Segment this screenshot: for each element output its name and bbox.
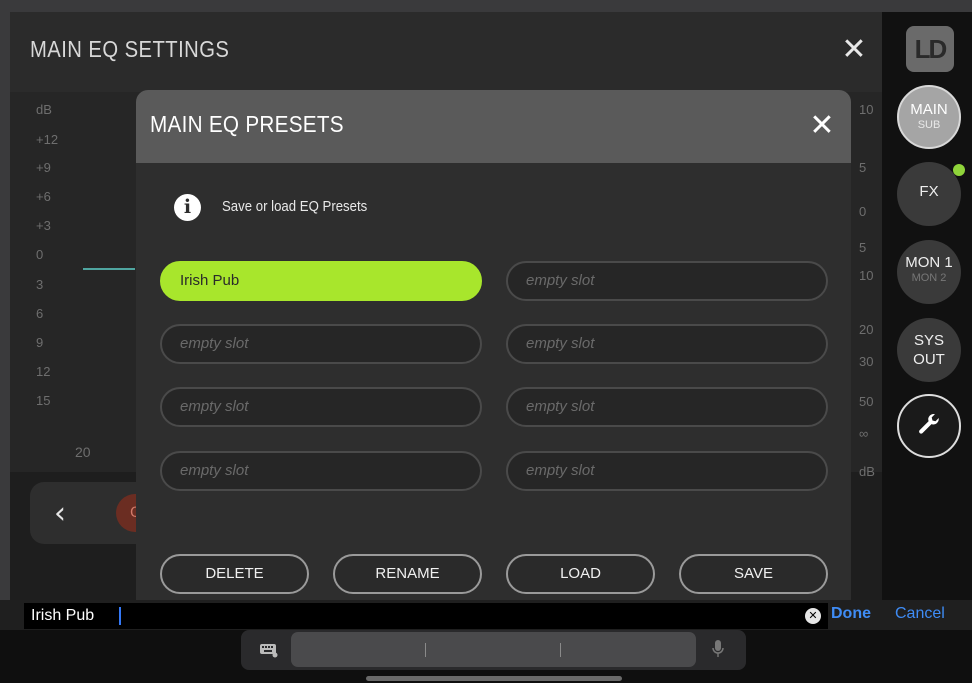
input-value: Irish Pub (31, 607, 95, 624)
chevron-left-icon[interactable]: ‹ (54, 496, 66, 531)
preset-slot[interactable]: empty slot (506, 324, 828, 364)
suggestion-divider (560, 643, 561, 657)
sidebar-item-fx[interactable]: FX (897, 162, 961, 226)
sidebar-item-sublabel: MON 2 (911, 272, 947, 284)
suggestion-divider (425, 643, 426, 657)
info-message: Save or load EQ Presets (222, 198, 368, 215)
gain-tick-label: 10 (859, 102, 874, 117)
db-tick-label: 9 (36, 335, 44, 350)
gain-tick-label: 30 (859, 354, 874, 369)
sidebar-item-main[interactable]: MAIN SUB (897, 85, 961, 149)
db-tick-label: 0 (36, 247, 44, 262)
preset-slot[interactable]: empty slot (160, 324, 482, 364)
save-button[interactable]: SAVE (679, 554, 828, 594)
dialog-title: MAIN EQ PRESETS (150, 111, 344, 137)
home-indicator (366, 676, 622, 681)
db-axis-label: dB (36, 102, 52, 117)
db-tick-label: 3 (36, 277, 44, 292)
wrench-icon (919, 414, 939, 434)
sidebar-item-sublabel: SUB (917, 119, 941, 131)
sidebar-item-label: OUT (913, 351, 945, 368)
clear-text-icon[interactable]: ✕ (805, 608, 821, 624)
preset-slot[interactable]: Irish Pub (160, 261, 482, 301)
preset-slot[interactable]: empty slot (506, 387, 828, 427)
gain-tick-label: 5 (859, 240, 867, 255)
preset-name-input[interactable]: Irish Pub ✕ (24, 603, 828, 629)
rename-button[interactable]: RENAME (333, 554, 482, 594)
sidebar-item-label: MON 1 (905, 254, 953, 271)
sidebar: LD MAIN SUB FX MON 1 MON 2 SYS OUT (882, 12, 972, 683)
db-tick-label: 12 (36, 364, 51, 379)
sidebar-item-sys-out[interactable]: SYS OUT (897, 318, 961, 382)
eq-presets-dialog: MAIN EQ PRESETS ✕ i Save or load EQ Pres… (136, 90, 851, 600)
text-input-bar: Irish Pub ✕ Done Cancel (0, 600, 972, 630)
gain-tick-label: ∞ (859, 426, 869, 441)
freq-tick-label: 20 (75, 444, 91, 460)
cancel-button[interactable]: Cancel (895, 605, 945, 623)
gain-tick-label: 0 (859, 204, 867, 219)
sidebar-item-label: MAIN (910, 101, 948, 118)
db-tick-label: +12 (36, 132, 59, 147)
gain-tick-label: 5 (859, 160, 867, 175)
sidebar-item-label: FX (919, 183, 939, 200)
delete-button[interactable]: DELETE (160, 554, 309, 594)
done-button[interactable]: Done (831, 605, 871, 623)
sidebar-item-label: SYS (913, 332, 944, 349)
gain-tick-label: 10 (859, 268, 874, 283)
keyboard-accessory-bar (0, 630, 972, 683)
eq-settings-header: MAIN EQ SETTINGS ✕ (10, 12, 882, 92)
preset-slot[interactable]: empty slot (506, 261, 828, 301)
ld-logo: LD (906, 26, 954, 72)
keyboard-shortcut-bar (241, 630, 746, 670)
microphone-icon[interactable] (711, 639, 725, 659)
text-caret (119, 607, 121, 625)
db-tick-label: +9 (36, 160, 51, 175)
preset-slot[interactable]: empty slot (506, 451, 828, 491)
load-button[interactable]: LOAD (506, 554, 655, 594)
sidebar-item-tools[interactable] (897, 394, 961, 458)
sidebar-item-mon[interactable]: MON 1 MON 2 (897, 240, 961, 304)
fx-status-indicator (953, 164, 965, 176)
db-tick-label: +3 (36, 218, 51, 233)
db-tick-label: +6 (36, 189, 51, 204)
preset-slot[interactable]: empty slot (160, 387, 482, 427)
info-icon: i (174, 194, 201, 221)
page-title: MAIN EQ SETTINGS (30, 36, 230, 62)
close-icon[interactable]: ✕ (808, 111, 836, 141)
gain-tick-label: 20 (859, 322, 874, 337)
db-tick-label: 15 (36, 393, 51, 408)
keyboard-icon[interactable] (259, 642, 279, 658)
suggestion-bar[interactable] (291, 632, 696, 667)
eq-settings-close-icon[interactable]: ✕ (840, 35, 868, 65)
gain-tick-label: dB (859, 464, 875, 479)
gain-tick-label: 50 (859, 394, 874, 409)
db-tick-label: 6 (36, 306, 44, 321)
dialog-header: MAIN EQ PRESETS ✕ (136, 90, 851, 163)
eq-curve (83, 268, 135, 270)
preset-slot[interactable]: empty slot (160, 451, 482, 491)
